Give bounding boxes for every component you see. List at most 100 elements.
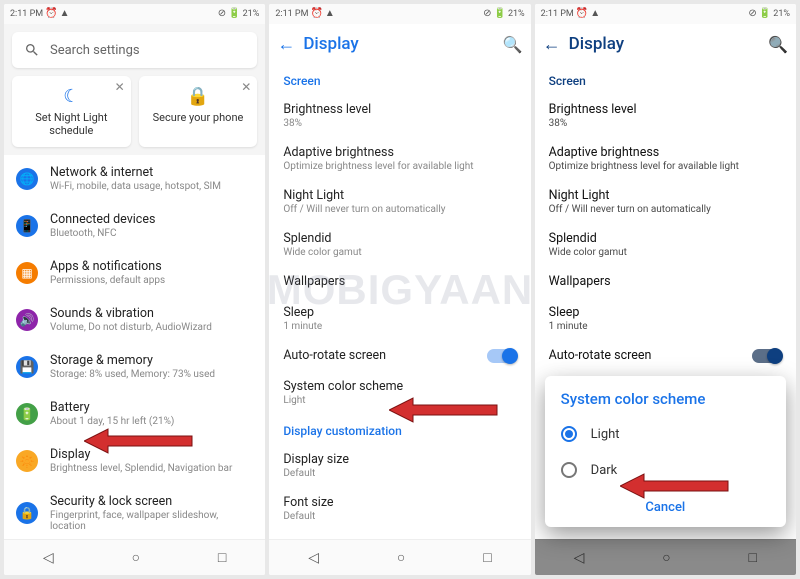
card-secure-phone[interactable]: ✕ 🔒 Secure your phone [139, 76, 258, 147]
dialog-title: System color scheme [545, 390, 786, 416]
triangle-icon: ▲ [60, 9, 70, 19]
nav-recent-icon[interactable]: □ [749, 549, 757, 566]
row-sleep[interactable]: Sleep1 minute [269, 297, 530, 340]
item-display[interactable]: 🔆DisplayBrightness level, Splendid, Navi… [4, 437, 265, 484]
navbar: ◁ ○ □ [535, 539, 796, 575]
item-connected[interactable]: 📱Connected devicesBluetooth, NFC [4, 202, 265, 249]
apps-icon: ▦ [16, 262, 38, 284]
search-placeholder: Search settings [50, 43, 140, 58]
brightness-icon: 🔆 [16, 450, 38, 472]
phone-display-settings: 2:11 PM⏰▲ ⊘🔋21% ← Display 🔍 Screen Brigh… [269, 4, 530, 575]
navbar: ◁ ○ □ [4, 539, 265, 575]
item-network[interactable]: 🌐Network & internetWi-Fi, mobile, data u… [4, 155, 265, 202]
status-time: 2:11 PM [10, 9, 43, 19]
nav-home-icon[interactable]: ○ [132, 549, 140, 566]
nav-back-icon[interactable]: ◁ [574, 550, 585, 566]
row-adaptive: Adaptive brightnessOptimize brightness l… [535, 137, 796, 180]
status-time: 2:11 PM [275, 9, 308, 19]
status-battery: 21% [773, 9, 790, 19]
row-brightness: Brightness level38% [535, 94, 796, 137]
nav-home-icon[interactable]: ○ [662, 549, 670, 566]
row-autorotate: Auto-rotate screen [535, 340, 796, 371]
toggle-on-icon [752, 349, 782, 363]
statusbar: 2:11 PM⏰▲ ⊘🔋21% [535, 4, 796, 24]
lock-setting-icon: 🔒 [16, 502, 38, 524]
radio-label: Dark [591, 463, 618, 478]
close-icon[interactable]: ✕ [115, 80, 125, 94]
battery-icon: 🔋 [228, 9, 240, 19]
battery-setting-icon: 🔋 [16, 403, 38, 425]
search-input[interactable]: Search settings [12, 32, 257, 68]
section-screen: Screen [535, 64, 796, 94]
row-brightness[interactable]: Brightness level38% [269, 94, 530, 137]
dialog-color-scheme: System color scheme Light Dark Cancel [545, 376, 786, 527]
card-label: Set Night Light schedule [35, 111, 107, 137]
item-sounds[interactable]: 🔊Sounds & vibrationVolume, Do not distur… [4, 296, 265, 343]
row-splendid: SplendidWide color gamut [535, 223, 796, 266]
search-icon[interactable]: 🔍 [503, 35, 523, 54]
alarm-icon: ⏰ [45, 9, 57, 19]
nav-home-icon[interactable]: ○ [397, 549, 405, 566]
radio-off-icon [561, 462, 577, 478]
settings-content: Search settings ✕ ☾ Set Night Light sche… [4, 24, 265, 539]
moon-icon: ☾ [18, 86, 125, 107]
item-battery[interactable]: 🔋BatteryAbout 1 day, 15 hr left (21%) [4, 390, 265, 437]
battery-icon: 🔋 [759, 9, 771, 19]
phone-settings-main: 2:11 PM⏰▲ ⊘🔋21% Search settings ✕ ☾ Set … [4, 4, 265, 575]
alarm-icon: ⏰ [576, 9, 588, 19]
row-autorotate[interactable]: Auto-rotate screen [269, 340, 530, 371]
navbar: ◁ ○ □ [269, 539, 530, 575]
devices-icon: 📱 [16, 215, 38, 237]
row-wallpapers: Wallpapers [535, 266, 796, 297]
nosim-icon: ⊘ [218, 9, 226, 19]
status-time: 2:11 PM [541, 9, 574, 19]
storage-icon: 💾 [16, 356, 38, 378]
section-customization: Display customization [269, 414, 530, 444]
alarm-icon: ⏰ [310, 9, 322, 19]
card-label: Secure your phone [153, 111, 244, 124]
item-storage[interactable]: 💾Storage & memoryStorage: 8% used, Memor… [4, 343, 265, 390]
row-sleep: Sleep1 minute [535, 297, 796, 340]
nav-recent-icon[interactable]: □ [483, 549, 491, 566]
row-colorscheme[interactable]: System color schemeLight [269, 371, 530, 414]
sound-icon: 🔊 [16, 309, 38, 331]
lock-icon: 🔒 [145, 86, 252, 107]
settings-list: 🌐Network & internetWi-Fi, mobile, data u… [4, 155, 265, 539]
close-icon[interactable]: ✕ [241, 80, 251, 94]
battery-icon: 🔋 [493, 9, 505, 19]
suggestion-cards: ✕ ☾ Set Night Light schedule ✕ 🔒 Secure … [12, 76, 257, 147]
radio-option-light[interactable]: Light [545, 416, 786, 452]
nosim-icon: ⊘ [483, 9, 491, 19]
page-title: Display [569, 34, 760, 54]
phone-display-dialog: 2:11 PM⏰▲ ⊘🔋21% ← Display 🔍 Screen Brigh… [535, 4, 796, 575]
appbar: ← Display 🔍 [535, 24, 796, 64]
search-icon [24, 42, 40, 58]
row-displaysize[interactable]: Display sizeDefault [269, 444, 530, 487]
item-apps[interactable]: ▦Apps & notificationsPermissions, defaul… [4, 249, 265, 296]
back-icon[interactable]: ← [543, 34, 561, 55]
statusbar: 2:11 PM⏰▲ ⊘🔋21% [269, 4, 530, 24]
nav-back-icon[interactable]: ◁ [43, 550, 54, 566]
cancel-button[interactable]: Cancel [545, 488, 786, 527]
row-adaptive[interactable]: Adaptive brightnessOptimize brightness l… [269, 137, 530, 180]
row-wallpapers[interactable]: Wallpapers [269, 266, 530, 297]
nav-back-icon[interactable]: ◁ [308, 550, 319, 566]
row-splendid[interactable]: SplendidWide color gamut [269, 223, 530, 266]
appbar: ← Display 🔍 [269, 24, 530, 64]
radio-option-dark[interactable]: Dark [545, 452, 786, 488]
toggle-on-icon[interactable] [487, 349, 517, 363]
back-icon[interactable]: ← [277, 34, 295, 55]
nosim-icon: ⊘ [748, 9, 756, 19]
status-battery: 21% [243, 9, 260, 19]
search-icon[interactable]: 🔍 [768, 35, 788, 54]
statusbar: 2:11 PM⏰▲ ⊘🔋21% [4, 4, 265, 24]
card-night-light[interactable]: ✕ ☾ Set Night Light schedule [12, 76, 131, 147]
nav-recent-icon[interactable]: □ [218, 549, 226, 566]
row-fontsize[interactable]: Font sizeDefault [269, 487, 530, 530]
triangle-icon: ▲ [325, 9, 335, 19]
row-nightlight: Night LightOff / Will never turn on auto… [535, 180, 796, 223]
status-battery: 21% [508, 9, 525, 19]
item-security[interactable]: 🔒Security & lock screenFingerprint, face… [4, 484, 265, 539]
radio-on-icon [561, 426, 577, 442]
row-nightlight[interactable]: Night LightOff / Will never turn on auto… [269, 180, 530, 223]
